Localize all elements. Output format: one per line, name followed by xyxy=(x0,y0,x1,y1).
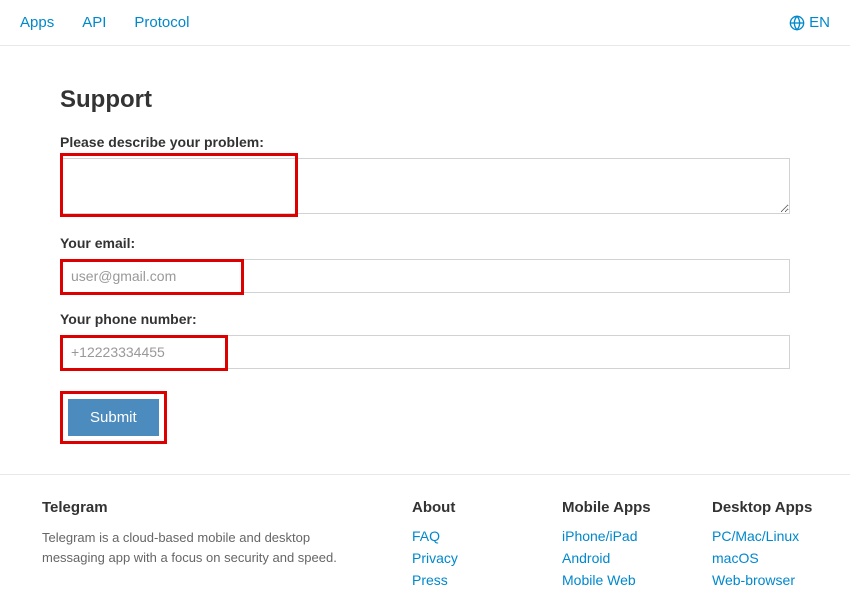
footer: Telegram Telegram is a cloud-based mobil… xyxy=(0,474,850,614)
footer-col-desktop: Desktop Apps PC/Mac/Linux macOS Web-brow… xyxy=(712,499,842,594)
footer-col-about: About FAQ Privacy Press xyxy=(412,499,542,594)
footer-col-mobile: Mobile Apps iPhone/iPad Android Mobile W… xyxy=(562,499,692,594)
phone-input[interactable] xyxy=(60,335,790,369)
language-selector[interactable]: EN xyxy=(789,14,830,31)
problem-group: Please describe your problem: xyxy=(60,134,790,217)
nav-api[interactable]: API xyxy=(82,14,106,31)
footer-col-title: Mobile Apps xyxy=(562,499,692,516)
phone-group: Your phone number: xyxy=(60,311,790,369)
footer-link-iphone[interactable]: iPhone/iPad xyxy=(562,528,692,544)
footer-brand-col: Telegram Telegram is a cloud-based mobil… xyxy=(42,499,362,594)
footer-link-press[interactable]: Press xyxy=(412,572,542,588)
nav-apps[interactable]: Apps xyxy=(20,14,54,31)
footer-link-android[interactable]: Android xyxy=(562,550,692,566)
footer-link-webbrowser[interactable]: Web-browser xyxy=(712,572,842,588)
email-input[interactable] xyxy=(60,259,790,293)
header: Apps API Protocol EN xyxy=(0,0,850,46)
footer-brand-title: Telegram xyxy=(42,499,362,516)
nav-protocol[interactable]: Protocol xyxy=(134,14,189,31)
footer-link-faq[interactable]: FAQ xyxy=(412,528,542,544)
footer-link-privacy[interactable]: Privacy xyxy=(412,550,542,566)
main-content: Support Please describe your problem: Yo… xyxy=(0,46,850,474)
submit-button[interactable]: Submit xyxy=(68,399,159,436)
problem-textarea[interactable] xyxy=(60,158,790,214)
globe-icon xyxy=(789,15,805,31)
footer-link-macos[interactable]: macOS xyxy=(712,550,842,566)
footer-brand-desc: Telegram is a cloud-based mobile and des… xyxy=(42,528,362,567)
footer-link-mobileweb[interactable]: Mobile Web xyxy=(562,572,692,588)
page-title: Support xyxy=(60,86,790,114)
email-group: Your email: xyxy=(60,235,790,293)
language-code: EN xyxy=(809,14,830,31)
phone-label: Your phone number: xyxy=(60,311,790,327)
highlight-box-submit: Submit xyxy=(60,391,167,444)
footer-col-title: Desktop Apps xyxy=(712,499,842,516)
footer-link-pc[interactable]: PC/Mac/Linux xyxy=(712,528,842,544)
nav-links: Apps API Protocol xyxy=(20,14,189,31)
email-label: Your email: xyxy=(60,235,790,251)
footer-col-title: About xyxy=(412,499,542,516)
problem-label: Please describe your problem: xyxy=(60,134,790,150)
